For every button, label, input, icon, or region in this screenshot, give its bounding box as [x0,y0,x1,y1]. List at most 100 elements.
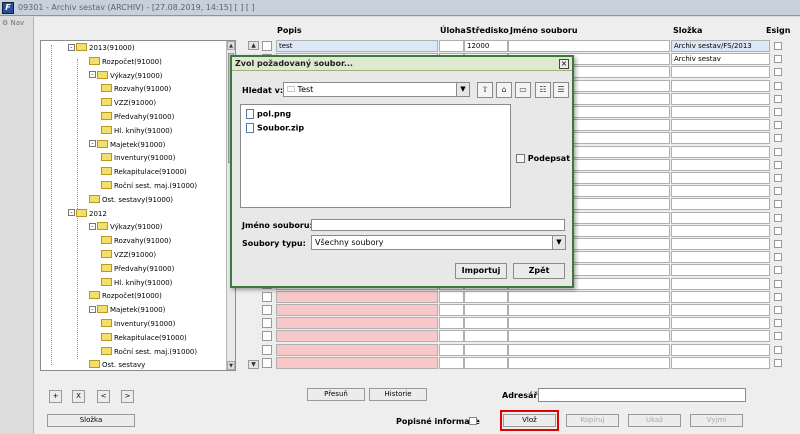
kopiruj-button[interactable]: Kopíruj [566,414,619,427]
expander-icon[interactable]: - [89,305,96,313]
tree-node[interactable]: VZZ(91000) [101,97,156,110]
chevron-down-icon[interactable]: ▼ [552,236,565,249]
tree-node[interactable]: Rekapitulace(91000) [101,166,187,179]
cell-slozka[interactable] [671,106,770,118]
esign-checkbox[interactable] [774,266,782,275]
file-list[interactable]: pol.png Soubor.zip [240,104,511,208]
cell-slozka[interactable] [671,224,770,237]
new-folder-icon[interactable]: ▭ [515,82,531,98]
cell-stredisko[interactable] [464,290,508,303]
tree-node[interactable]: - 2013(91000) [68,42,135,55]
cell-stredisko[interactable] [464,317,508,330]
slozka-button[interactable]: Složka [47,414,135,427]
cell-slozka[interactable] [671,317,770,330]
esign-checkbox[interactable] [774,174,782,182]
cell-uloha[interactable] [439,40,464,52]
cell-jmeno[interactable] [508,290,670,303]
folder-tree[interactable]: ▲ ▼ -2013(91000) Rozpočet(91000) - Výkazy(9… [40,40,236,371]
esign-checkbox[interactable] [774,345,782,354]
esign-checkbox[interactable] [774,134,782,143]
cell-slozka[interactable] [671,356,770,369]
cell-slozka[interactable] [671,185,770,198]
adresar-field[interactable] [538,388,746,402]
tree-node[interactable]: Rozvahy(91000) [101,235,171,248]
cell-jmeno[interactable] [508,317,670,330]
esign-checkbox[interactable] [774,94,782,103]
tree-node[interactable]: Rozpočet(91000) [89,56,162,69]
presun-button[interactable]: Přesuň [307,388,365,401]
grid-scroll-down-icon[interactable]: ▼ [248,360,259,369]
cell-slozka[interactable] [671,277,770,290]
tree-node[interactable]: - Majetek(91000) [89,304,165,317]
cell-slozka[interactable] [671,238,770,250]
cell-jmeno[interactable] [508,304,670,316]
col-header-popis[interactable]: Popis [277,22,302,39]
cell-slozka[interactable] [671,264,770,277]
cell-slozka[interactable] [671,92,770,105]
cell-slozka[interactable] [671,330,770,343]
cell-slozka[interactable] [671,211,770,224]
row-select-checkbox[interactable] [262,291,272,302]
up-folder-icon[interactable]: ⇧ [477,82,493,98]
esign-checkbox[interactable] [774,253,782,262]
esign-checkbox[interactable] [774,279,782,288]
cell-uloha[interactable] [439,304,464,316]
cell-popis[interactable] [276,330,438,343]
chevron-down-icon[interactable]: ▼ [456,83,469,96]
sign-option[interactable]: Podepsat [516,154,570,163]
filetype-select[interactable]: Všechny soubory ▼ [311,235,566,250]
tree-node[interactable]: Roční sest. maj.(91000) [101,180,197,193]
row-select-checkbox[interactable] [262,357,272,368]
expander-icon[interactable]: - [68,43,75,51]
cell-stredisko[interactable]: 12000 [464,40,508,52]
cell-popis[interactable] [276,343,438,356]
cell-popis[interactable]: test [276,40,438,52]
file-item[interactable]: Soubor.zip [246,123,304,133]
scroll-down-icon[interactable]: ▼ [227,361,235,370]
esign-checkbox[interactable] [774,200,782,209]
cell-slozka[interactable]: Archiv sestav [671,53,770,66]
cell-uloha[interactable] [439,356,464,369]
import-button[interactable]: Importuj [455,263,507,279]
esign-checkbox[interactable] [774,226,782,235]
cell-stredisko[interactable] [464,304,508,316]
cell-popis[interactable] [276,290,438,303]
expander-icon[interactable]: - [89,222,96,230]
esign-checkbox[interactable] [774,160,782,169]
cell-popis[interactable] [276,317,438,330]
esign-checkbox[interactable] [774,121,782,130]
esign-checkbox[interactable] [774,213,782,222]
nav-tab[interactable]: ⚙ Nav [2,19,24,27]
esign-checkbox[interactable] [774,332,782,341]
col-header-esign[interactable]: Esign [766,22,790,39]
esign-checkbox[interactable] [774,292,782,301]
file-item[interactable]: pol.png [246,109,291,119]
look-in-select[interactable]: 🗀 Test ▼ [283,82,470,97]
tree-node[interactable]: Hl. knihy(91000) [101,277,172,290]
filename-field[interactable] [311,219,565,231]
row-select-checkbox[interactable] [262,41,272,51]
col-header-uloha[interactable]: Úloha [440,22,466,39]
cell-uloha[interactable] [439,330,464,343]
cell-uloha[interactable] [439,317,464,330]
cell-jmeno[interactable] [508,356,670,369]
back-button[interactable]: Zpět [513,263,565,279]
tree-node[interactable]: Rekapitulace(91000) [101,332,187,345]
cell-jmeno[interactable] [508,40,670,52]
tree-node[interactable]: Předvahy(91000) [101,111,174,124]
esign-checkbox[interactable] [774,240,782,248]
col-header-stredisko[interactable]: Středisko [466,22,509,39]
vyjmi-button[interactable]: Vyjmi [690,414,743,427]
esign-checkbox[interactable] [774,319,782,328]
cell-slozka[interactable] [671,290,770,303]
tree-node[interactable]: Hl. knihy(91000) [101,125,172,138]
tree-node[interactable]: - 2012 [68,208,107,221]
tree-node[interactable]: Ost. sestavy(91000) [89,194,173,207]
historie-button[interactable]: Historie [369,388,427,401]
tree-node[interactable]: Předvahy(91000) [101,263,174,276]
esign-checkbox[interactable] [774,108,782,116]
cell-slozka[interactable] [671,198,770,211]
cell-uloha[interactable] [439,290,464,303]
cell-uloha[interactable] [439,343,464,356]
tree-node[interactable]: Inventury(91000) [101,152,175,165]
